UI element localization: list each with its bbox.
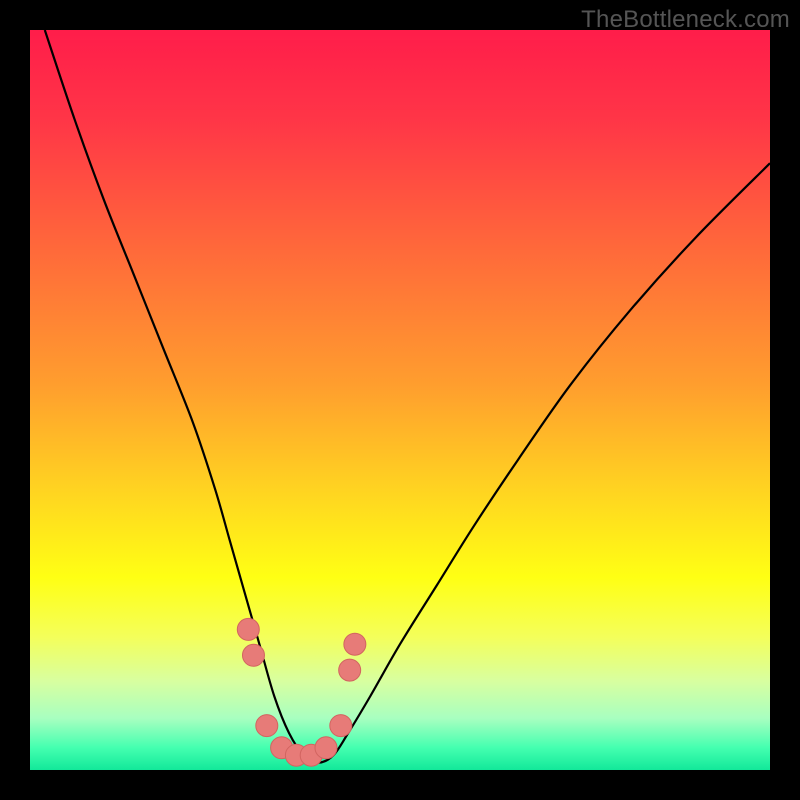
chart-frame: TheBottleneck.com — [0, 0, 800, 800]
curve-marker — [242, 644, 264, 666]
curve-marker — [256, 715, 278, 737]
bottleneck-curve — [45, 30, 770, 763]
curve-marker — [330, 715, 352, 737]
curve-marker — [344, 633, 366, 655]
curve-marker — [339, 659, 361, 681]
curve-marker — [315, 737, 337, 759]
chart-svg — [30, 30, 770, 770]
plot-area — [30, 30, 770, 770]
marker-group — [237, 618, 366, 766]
curve-marker — [237, 618, 259, 640]
